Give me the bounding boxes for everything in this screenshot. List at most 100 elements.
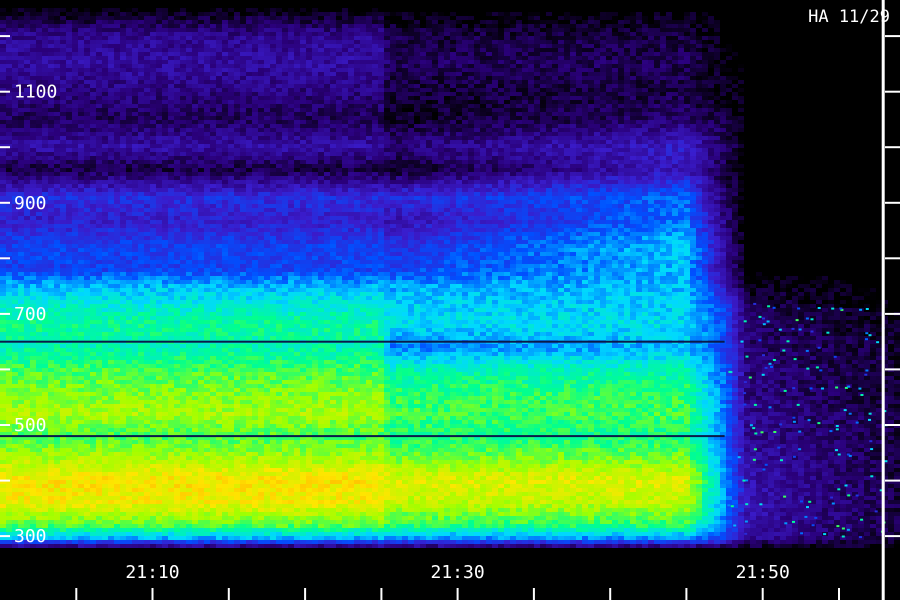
heat-cell <box>30 132 36 136</box>
heat-cell <box>576 140 582 144</box>
heat-cell <box>144 160 150 164</box>
heat-cell <box>372 24 378 28</box>
heat-cell <box>198 36 204 40</box>
heat-cell <box>432 152 438 156</box>
heat-cell <box>552 112 558 116</box>
heat-cell <box>594 12 600 16</box>
heat-cell <box>636 20 642 24</box>
heat-cell <box>156 116 162 120</box>
heat-cell <box>228 40 234 44</box>
heat-cell <box>24 72 30 76</box>
heat-cell <box>186 164 192 168</box>
heat-cell <box>474 76 480 80</box>
heat-cell <box>564 100 570 104</box>
heat-cell <box>498 20 504 24</box>
heat-cell <box>480 76 486 80</box>
heat-cell <box>72 168 78 172</box>
heat-cell <box>672 116 678 120</box>
heat-cell <box>540 76 546 80</box>
heat-cell <box>66 92 72 96</box>
heat-cell <box>630 72 636 76</box>
heat-cell <box>648 100 654 104</box>
heat-cell <box>312 144 318 148</box>
heat-cell <box>564 32 570 36</box>
heat-cell <box>582 144 588 148</box>
heat-cell <box>516 88 522 92</box>
heat-cell <box>666 120 672 124</box>
heat-cell <box>54 72 60 76</box>
heat-cell <box>582 104 588 108</box>
heat-cell <box>588 140 594 144</box>
heat-cell <box>192 76 198 80</box>
heat-cell <box>732 108 738 112</box>
heat-cell <box>246 56 252 60</box>
heat-cell <box>414 28 420 32</box>
heat-cell <box>108 12 114 16</box>
heat-cell <box>150 120 156 124</box>
heat-cell <box>276 140 282 144</box>
heat-cell <box>504 108 510 112</box>
heat-cell <box>408 112 414 116</box>
heat-cell <box>414 20 420 24</box>
heat-cell <box>588 152 594 156</box>
heat-cell <box>678 136 684 140</box>
heat-cell <box>648 88 654 92</box>
heat-cell <box>312 24 318 28</box>
heat-cell <box>180 8 186 12</box>
heat-cell <box>234 136 240 140</box>
heat-cell <box>564 84 570 88</box>
heat-cell <box>564 44 570 48</box>
heat-cell <box>264 32 270 36</box>
heat-cell <box>642 104 648 108</box>
heat-cell <box>576 36 582 40</box>
heat-cell <box>468 40 474 44</box>
heat-cell <box>60 116 66 120</box>
heat-cell <box>510 88 516 92</box>
heat-cell <box>48 124 54 128</box>
heat-cell <box>594 152 600 156</box>
heat-cell <box>432 136 438 140</box>
heat-cell <box>570 152 576 156</box>
heat-cell <box>330 24 336 28</box>
heat-cell <box>144 44 150 48</box>
heat-cell <box>690 68 696 72</box>
heat-cell <box>672 100 678 104</box>
heat-cell <box>672 88 678 92</box>
heat-cell <box>618 36 624 40</box>
heat-cell <box>624 68 630 72</box>
heat-cell <box>480 132 486 136</box>
heat-cell <box>618 96 624 100</box>
heat-cell <box>12 140 18 144</box>
heat-cell <box>96 16 102 20</box>
heat-cell <box>396 108 402 112</box>
heat-cell <box>162 44 168 48</box>
heat-cell <box>42 104 48 108</box>
heat-cell <box>492 132 498 136</box>
heat-cell <box>396 104 402 108</box>
heat-cell <box>192 108 198 112</box>
heat-cell <box>306 136 312 140</box>
heat-cell <box>150 56 156 60</box>
heat-cell <box>228 36 234 40</box>
heat-cell <box>240 60 246 64</box>
heat-cell <box>84 160 90 164</box>
heat-cell <box>126 44 132 48</box>
heat-cell <box>228 32 234 36</box>
heat-cell <box>288 44 294 48</box>
heat-cell <box>204 160 210 164</box>
heat-cell <box>174 100 180 104</box>
heat-cell <box>450 108 456 112</box>
heat-cell <box>732 152 738 156</box>
heat-cell <box>402 76 408 80</box>
heat-cell <box>636 60 642 64</box>
heat-cell <box>624 44 630 48</box>
heat-cell <box>726 160 732 164</box>
heat-cell <box>474 80 480 84</box>
heat-cell <box>732 104 738 108</box>
heat-cell <box>540 84 546 88</box>
heat-cell <box>480 92 486 96</box>
heat-cell <box>486 36 492 40</box>
heat-cell <box>60 112 66 116</box>
heat-cell <box>114 132 120 136</box>
heat-cell <box>78 60 84 64</box>
